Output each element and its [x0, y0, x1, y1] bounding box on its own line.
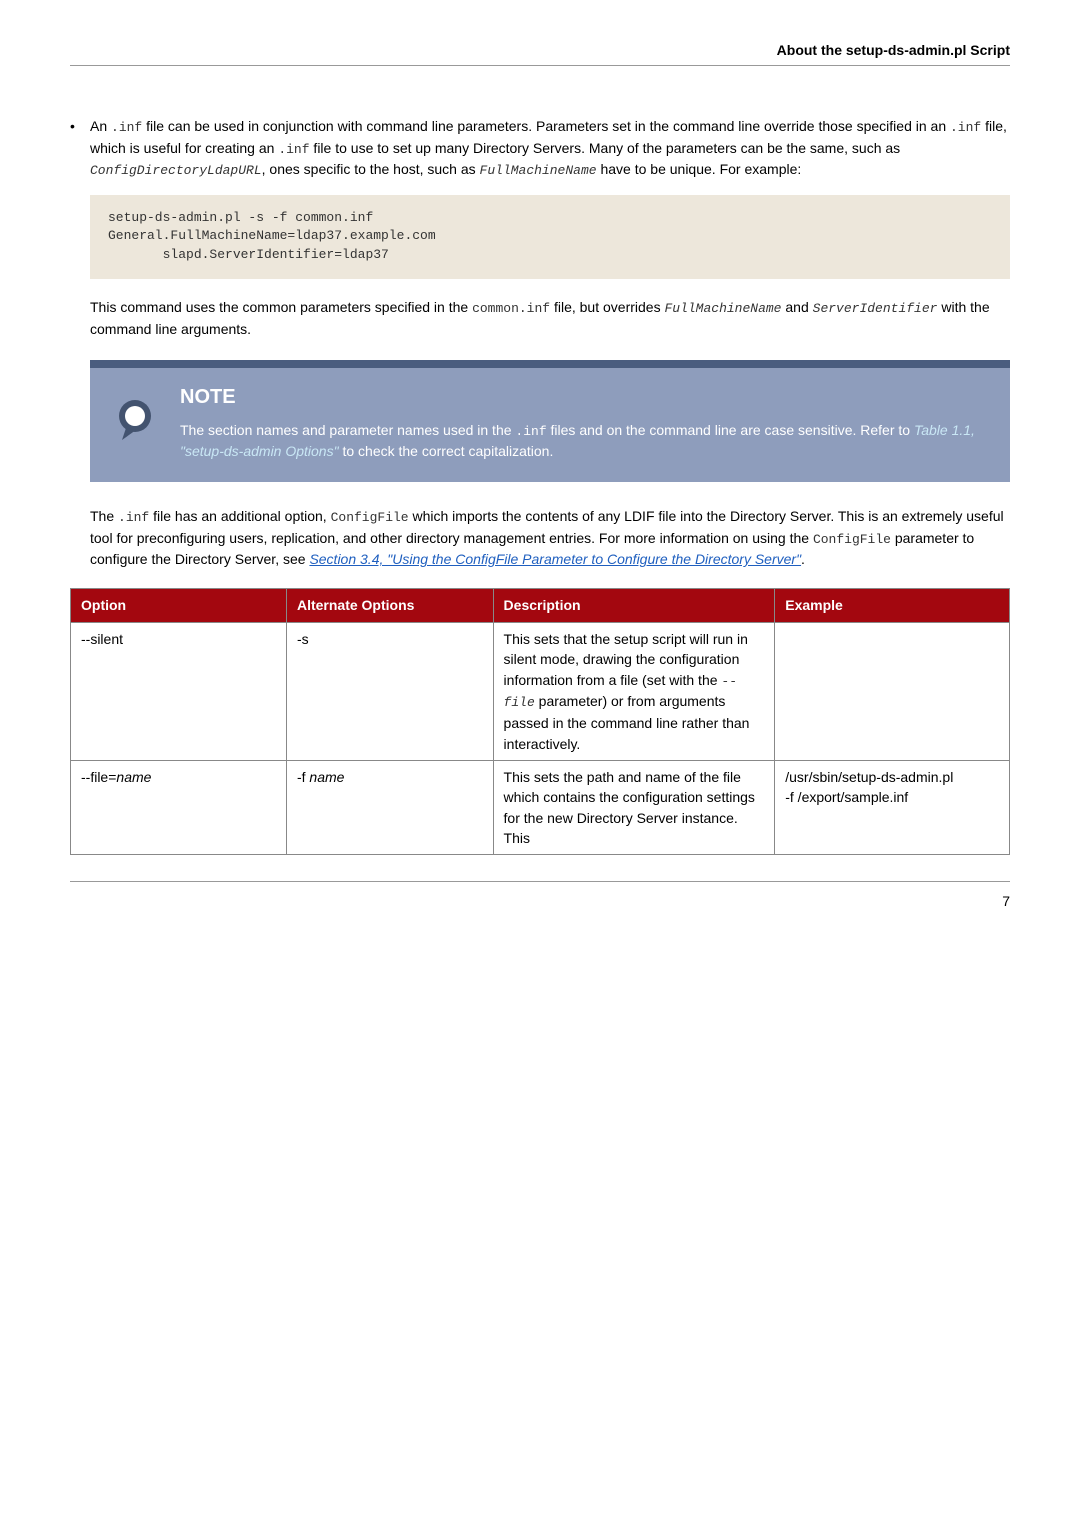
- text: This sets that the setup script will run…: [504, 631, 748, 688]
- text: The: [90, 508, 118, 524]
- col-example: Example: [775, 589, 1010, 623]
- cell-option: --silent: [71, 623, 287, 761]
- page-number: 7: [70, 889, 1010, 912]
- code-inf: .inf: [278, 142, 309, 157]
- note-icon-cell: [90, 368, 180, 483]
- param-serveridentifier: ServerIdentifier: [813, 301, 938, 316]
- code-configfile: ConfigFile: [331, 510, 409, 525]
- code-inf: .inf: [515, 424, 546, 439]
- option-name-em: name: [116, 769, 151, 785]
- text: file, but overrides: [550, 299, 664, 315]
- table-row: --file=name -f name This sets the path a…: [71, 760, 1010, 854]
- text: , ones specific to the host, such as: [262, 161, 480, 177]
- options-table: Option Alternate Options Description Exa…: [70, 588, 1010, 855]
- text: An: [90, 118, 111, 134]
- col-option: Option: [71, 589, 287, 623]
- col-alternate: Alternate Options: [286, 589, 493, 623]
- bullet-dot: •: [70, 116, 90, 137]
- text: to check the correct capitalization.: [339, 443, 554, 459]
- alt-name-em: name: [309, 769, 344, 785]
- page-header: About the setup-ds-admin.pl Script: [70, 40, 1010, 66]
- text: file to use to set up many Directory Ser…: [310, 140, 901, 156]
- section-link[interactable]: Section 3.4, "Using the ConfigFile Param…: [309, 551, 801, 567]
- param-fullmachinename: FullMachineName: [480, 163, 597, 178]
- code-configfile: ConfigFile: [813, 532, 891, 547]
- footer-divider: [70, 881, 1010, 882]
- text: parameter) or from arguments passed in t…: [504, 693, 750, 751]
- paragraph: The .inf file has an additional option, …: [90, 506, 1010, 570]
- bullet-list: • An .inf file can be used in conjunctio…: [70, 116, 1010, 181]
- note-content: NOTE The section names and parameter nam…: [180, 368, 1010, 483]
- note-text: The section names and parameter names us…: [180, 420, 986, 463]
- cell-alt: -s: [286, 623, 493, 761]
- cell-desc: This sets that the setup script will run…: [493, 623, 775, 761]
- text: -f: [297, 769, 309, 785]
- speech-bubble-icon: [112, 398, 158, 442]
- cell-desc: This sets the path and name of the file …: [493, 760, 775, 854]
- text: and: [782, 299, 813, 315]
- text: The section names and parameter names us…: [180, 422, 515, 438]
- note-title: NOTE: [180, 382, 986, 412]
- table-header-row: Option Alternate Options Description Exa…: [71, 589, 1010, 623]
- bullet-item: • An .inf file can be used in conjunctio…: [70, 116, 1010, 181]
- cell-example: [775, 623, 1010, 761]
- text: have to be unique. For example:: [597, 161, 802, 177]
- table-row: --silent -s This sets that the setup scr…: [71, 623, 1010, 761]
- note-callout: NOTE The section names and parameter nam…: [90, 360, 1010, 483]
- text: file can be used in conjunction with com…: [142, 118, 950, 134]
- example-line: -f /export/sample.inf: [785, 787, 999, 807]
- header-divider: [70, 65, 1010, 66]
- code-inf: .inf: [118, 510, 149, 525]
- code-inf: .inf: [950, 120, 981, 135]
- code-commoninf: common.inf: [472, 301, 550, 316]
- cell-alt: -f name: [286, 760, 493, 854]
- example-line: /usr/sbin/setup-ds-admin.pl: [785, 767, 999, 787]
- code-block: setup-ds-admin.pl -s -f common.inf Gener…: [90, 195, 1010, 280]
- header-title: About the setup-ds-admin.pl Script: [777, 42, 1010, 58]
- note-top-strip: [90, 360, 1010, 368]
- text: --file=: [81, 769, 116, 785]
- bullet-text: An .inf file can be used in conjunction …: [90, 116, 1010, 181]
- param-configdirectoryldapurl: ConfigDirectoryLdapURL: [90, 163, 262, 178]
- text: files and on the command line are case s…: [547, 422, 914, 438]
- text: This command uses the common parameters …: [90, 299, 472, 315]
- code-inf: .inf: [111, 120, 142, 135]
- paragraph: This command uses the common parameters …: [90, 297, 1010, 340]
- cell-example: /usr/sbin/setup-ds-admin.pl -f /export/s…: [775, 760, 1010, 854]
- param-fullmachinename: FullMachineName: [664, 301, 781, 316]
- col-description: Description: [493, 589, 775, 623]
- text: .: [801, 551, 805, 567]
- text: file has an additional option,: [149, 508, 330, 524]
- cell-option: --file=name: [71, 760, 287, 854]
